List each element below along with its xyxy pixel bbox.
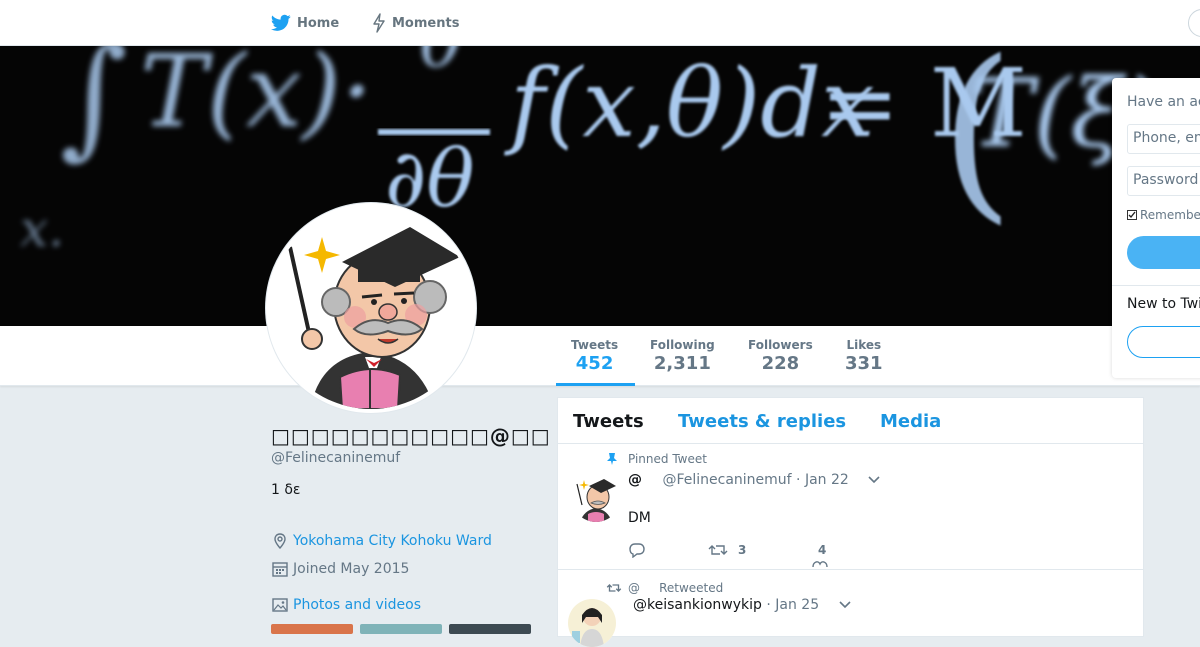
- profile-name: □□□□□□□□□□□@□□: [271, 424, 551, 448]
- media-thumbnails: [271, 624, 531, 634]
- tweet-context: @ Retweeted: [606, 581, 724, 595]
- heart-icon: [812, 561, 828, 567]
- nav-moments-label: Moments: [392, 15, 460, 31]
- tab-tweets-and-replies[interactable]: Tweets & replies: [678, 411, 846, 432]
- svg-text:T(x)·: T(x)·: [140, 46, 373, 150]
- professor-avatar-small: [572, 474, 620, 522]
- login-panel: Have an account? Phone, email or usernam…: [1112, 78, 1200, 378]
- lightning-icon: [373, 13, 385, 33]
- tweet-header: @ @Felinecaninemuf · Jan 22: [628, 472, 881, 488]
- top-navigation-bar: Home Moments: [0, 0, 1200, 46]
- banner-formula-image: ∫ T(x)· θ ∂θ f(x,θ)dx = M ( T(ξ)· x.: [20, 46, 1190, 258]
- stat-tweets[interactable]: Tweets 452: [571, 338, 618, 374]
- nav-home[interactable]: Home: [271, 12, 339, 34]
- svg-text:x.: x.: [20, 200, 64, 258]
- tab-tweets[interactable]: Tweets: [573, 411, 644, 432]
- pinned-tweet-label: Pinned Tweet: [628, 452, 707, 466]
- tweet-fullname[interactable]: @: [628, 472, 642, 488]
- map-pin-icon: [274, 533, 286, 550]
- phone-email-username-input[interactable]: Phone, email or username: [1127, 124, 1200, 154]
- tweet-retweeted[interactable]: @ Retweeted @keisankionwykip · Jan 25: [558, 571, 1143, 647]
- timeline-tabs: Tweets Tweets & replies Media: [558, 398, 1143, 444]
- signup-button[interactable]: [1127, 326, 1200, 358]
- remember-me-checkbox[interactable]: [1127, 210, 1137, 220]
- twitter-bird-icon: [271, 14, 291, 31]
- retweet-count: 3: [738, 543, 747, 557]
- login-button[interactable]: [1127, 236, 1200, 269]
- new-to-twitter-label: New to Twitter?: [1127, 296, 1200, 312]
- password-input[interactable]: Password: [1127, 166, 1200, 196]
- media-thumbnail[interactable]: [360, 624, 442, 634]
- nav-home-label: Home: [297, 15, 340, 31]
- svg-text:θ: θ: [420, 46, 462, 83]
- retweet-icon: [708, 545, 728, 555]
- tab-media[interactable]: Media: [880, 411, 941, 432]
- media-thumbnail[interactable]: [449, 624, 531, 634]
- stat-followers[interactable]: Followers 228: [748, 338, 813, 374]
- svg-text:∫: ∫: [60, 46, 128, 172]
- user-avatar-image: [568, 599, 616, 647]
- timeline: Tweets Tweets & replies Media Pinned Twe…: [557, 397, 1144, 647]
- remember-me-row[interactable]: Remember me: [1127, 208, 1200, 222]
- tweet-text: DM: [628, 510, 651, 526]
- tweet-header: @keisankionwykip · Jan 25: [633, 597, 852, 613]
- retweet-action[interactable]: 3: [708, 542, 818, 558]
- active-stat-underline: [556, 383, 635, 386]
- photos-and-videos-link[interactable]: Photos and videos: [293, 597, 421, 613]
- tweet-avatar[interactable]: [568, 599, 616, 647]
- stat-tweets-label: Tweets: [571, 338, 619, 352]
- profile-joined-row: Joined May 2015: [271, 560, 409, 578]
- stat-following-value: 2,311: [653, 353, 711, 374]
- retweeted-label: @ Retweeted: [628, 581, 724, 595]
- profile-handle[interactable]: @Felinecaninemuf: [271, 450, 541, 466]
- stat-tweets-value: 452: [575, 353, 614, 374]
- chevron-down-icon[interactable]: [867, 475, 881, 485]
- stat-likes-label: Likes: [846, 338, 882, 352]
- profile-photos-row: Photos and videos: [271, 596, 421, 614]
- profile-stats-nav: Tweets 452 Following 2,311 Followers 228…: [0, 326, 1200, 386]
- search-toggle[interactable]: [1188, 9, 1200, 37]
- stat-following-label: Following: [650, 338, 715, 352]
- stat-followers-label: Followers: [748, 338, 813, 352]
- profile-joined: Joined May 2015: [293, 561, 410, 577]
- pin-icon: [607, 453, 617, 465]
- tweet-avatar[interactable]: [572, 474, 620, 522]
- like-action[interactable]: 4: [812, 543, 828, 567]
- stat-likes[interactable]: Likes 331: [845, 338, 883, 374]
- reply-action[interactable]: [628, 542, 708, 558]
- tweet-handle[interactable]: @Felinecaninemuf: [662, 472, 791, 488]
- reply-icon: [629, 543, 645, 558]
- remember-me-label: Remember me: [1140, 208, 1200, 222]
- profile-bio: 1 δε: [271, 482, 301, 498]
- profile-banner: ∫ T(x)· θ ∂θ f(x,θ)dx = M ( T(ξ)· x.: [0, 46, 1200, 326]
- chevron-down-icon[interactable]: [838, 600, 852, 610]
- image-icon: [272, 598, 288, 612]
- nav-moments[interactable]: Moments: [372, 12, 459, 34]
- tweet-context: Pinned Tweet: [607, 452, 707, 466]
- media-thumbnail[interactable]: [271, 624, 353, 634]
- stat-likes-value: 331: [845, 353, 883, 374]
- tweet-actions: 3 4: [628, 542, 828, 567]
- tweet-date[interactable]: · Jan 22: [796, 472, 849, 488]
- like-count: 4: [818, 543, 827, 557]
- profile-location[interactable]: Yokohama City Kohoku Ward: [293, 533, 492, 549]
- tweet-handle[interactable]: @keisankionwykip: [633, 597, 762, 613]
- checkmark-icon: [1128, 211, 1136, 219]
- login-divider: [1112, 285, 1200, 286]
- profile-location-row: Yokohama City Kohoku Ward: [271, 532, 492, 550]
- professor-avatar-image: [270, 207, 472, 409]
- tweet-date[interactable]: · Jan 25: [766, 597, 819, 613]
- tweet-pinned[interactable]: Pinned Tweet @ @Felinecaninemuf · Jan 22…: [558, 444, 1143, 570]
- login-title: Have an account?: [1127, 94, 1200, 110]
- calendar-icon: [272, 562, 288, 577]
- stat-followers-value: 228: [761, 353, 800, 374]
- profile-sidebar: □□□□□□□□□□□@□□ @Felinecaninemuf 1 δε Yok…: [271, 424, 551, 634]
- retweet-icon: [606, 584, 622, 592]
- profile-avatar[interactable]: [266, 203, 476, 413]
- stat-following[interactable]: Following 2,311: [650, 338, 715, 374]
